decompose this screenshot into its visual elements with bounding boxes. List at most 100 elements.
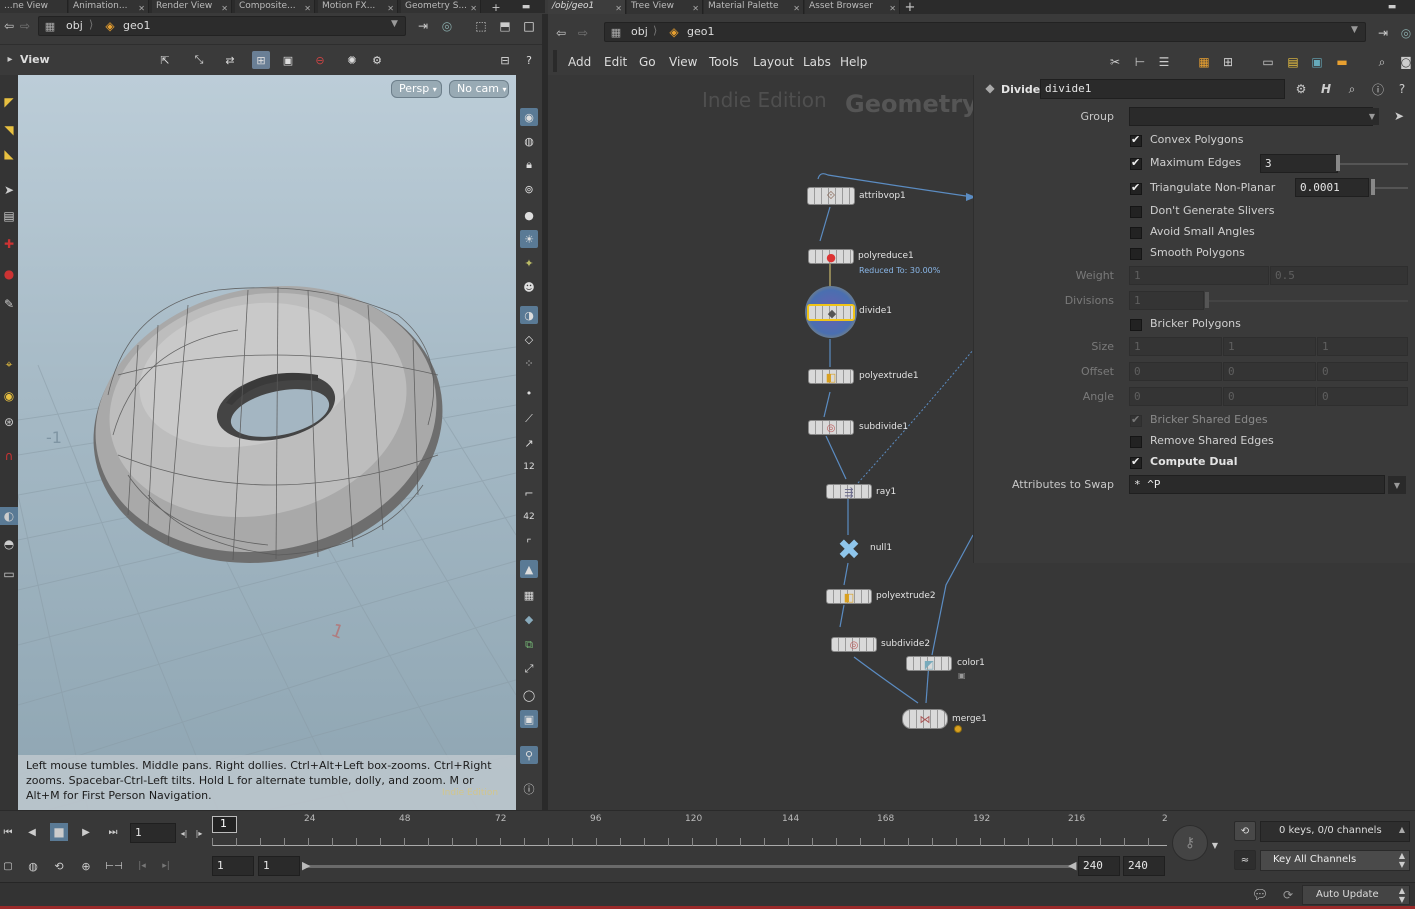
tab-asset-browser[interactable]: Asset Browser ✕ (805, 0, 900, 14)
maximize-icon[interactable]: ▬ (1386, 0, 1398, 14)
tab-material-palette[interactable]: Material Palette ✕ (704, 0, 804, 14)
divisions-slider[interactable] (1206, 300, 1408, 302)
keys-info[interactable]: 0 keys, 0/0 channels ▲ (1260, 821, 1410, 842)
convex-checkbox[interactable] (1130, 133, 1142, 147)
offset-field-z[interactable]: 0 (1317, 362, 1408, 381)
camera-dropdown[interactable]: No cam ▾ (449, 80, 509, 98)
light-icon[interactable]: ☀ (520, 230, 538, 248)
node-color1[interactable]: ◩ (906, 656, 952, 671)
back-arrow-icon[interactable]: ⇦ (554, 25, 568, 41)
range-start-field-2[interactable]: 1 (258, 856, 300, 876)
notes-icon[interactable]: ▭ (1259, 53, 1277, 71)
tab-scene-view[interactable]: ...ne View (0, 0, 68, 14)
offset-field-y[interactable]: 0 (1223, 362, 1316, 381)
path-crumb-geo[interactable]: geo1 (687, 25, 714, 38)
sticky-note-icon[interactable]: ▤ (1284, 53, 1302, 71)
angle-field-x[interactable]: 0 (1129, 387, 1222, 406)
handle-tool-icon[interactable]: ▤ (0, 207, 18, 225)
pin-location-icon[interactable]: ⚲ (520, 746, 538, 764)
triangulate-slider[interactable] (1372, 187, 1408, 189)
tree-icon[interactable]: ⊢ (1131, 53, 1149, 71)
normal-icon[interactable]: ↗ (520, 434, 538, 452)
sphere-icon[interactable]: ● (520, 206, 538, 224)
null-node-icon[interactable]: ✖ (832, 533, 866, 566)
offset-field-x[interactable]: 0 (1129, 362, 1222, 381)
menu-layout[interactable]: Layout (753, 55, 794, 69)
menu-edit[interactable]: Edit (604, 55, 627, 69)
slider-handle[interactable] (1205, 292, 1209, 308)
lock-icon[interactable]: 🔒︎ (520, 156, 538, 174)
edge-icon[interactable]: ⟋ (520, 410, 538, 428)
chevron-down-icon[interactable]: ▼ (1351, 25, 1358, 35)
search-icon[interactable]: ⌕ (1373, 53, 1391, 71)
range-slider[interactable] (302, 865, 1076, 868)
folder-icon[interactable]: ▬ (1333, 53, 1351, 71)
diamond-icon[interactable]: ◆ (520, 610, 538, 628)
transform-tool-icon[interactable]: ⤡ (190, 51, 208, 69)
render-tool-icon[interactable]: ◓ (0, 535, 18, 553)
gear-box-icon[interactable]: ⚙ (368, 51, 386, 69)
jump-end-icon[interactable]: ⏭ (102, 823, 124, 841)
tab-geometry-spreadsheet[interactable]: Geometry S... ✕ (401, 0, 481, 14)
target-icon[interactable]: ⊚ (520, 180, 538, 198)
move-tool-icon[interactable]: ◥ (0, 121, 18, 139)
avoid-small-checkbox[interactable] (1130, 227, 1142, 239)
help-icon[interactable]: ? (520, 51, 538, 69)
path-field[interactable]: ▦ obj ⟩ ◈ geo1 ▼ (38, 16, 406, 36)
background-icon[interactable]: ▲ (520, 560, 538, 578)
image-icon[interactable]: ▣ (1308, 53, 1326, 71)
link-icon[interactable]: ◎ (438, 18, 456, 34)
magnet-icon[interactable]: ∩ (0, 447, 18, 465)
circle-icon[interactable]: ◯ (520, 686, 538, 704)
max-edges-checkbox[interactable] (1130, 156, 1142, 170)
range-start-field[interactable]: 1 (212, 856, 254, 876)
points-icon[interactable]: ⁘ (520, 354, 538, 372)
menu-labs[interactable]: Labs (803, 55, 831, 69)
node-name-field[interactable]: divide1 (1040, 79, 1285, 99)
help-icon[interactable]: ? (1393, 80, 1411, 98)
close-icon[interactable]: ✕ (615, 2, 622, 14)
refresh-icon[interactable]: ⟳ (1278, 886, 1298, 904)
select-arrow-icon[interactable]: ➤ (1390, 107, 1408, 125)
bulb-icon[interactable]: ✦ (520, 254, 538, 272)
snapping-icon[interactable]: ⊛ (0, 413, 18, 431)
houdini-help-icon[interactable]: H (1317, 80, 1335, 98)
angle-field-y[interactable]: 0 (1223, 387, 1316, 406)
range-end-handle[interactable]: ◀ (1068, 859, 1076, 872)
loop-icon[interactable]: ⟲ (50, 857, 68, 875)
tab-composite[interactable]: Composite... ✕ (235, 0, 315, 14)
cube-icon[interactable]: ⬚ (472, 18, 490, 34)
persp-dropdown[interactable]: Persp ▾ (391, 80, 442, 98)
prev-key-icon[interactable]: ◂| (178, 824, 190, 842)
shading-icon[interactable]: ◑ (520, 306, 538, 324)
network-path-field[interactable]: ▦ obj ⟩ ◈ geo1 ▼ (604, 22, 1366, 42)
size-field-y[interactable]: 1 (1223, 337, 1316, 356)
chevron-down-icon[interactable]: ▼ (391, 19, 398, 29)
jump-start-icon[interactable]: ⏮ (0, 823, 16, 841)
chevron-down-icon[interactable]: ▼ (1365, 108, 1379, 125)
corner-icon[interactable]: ⌜ (520, 534, 538, 552)
uv-icon[interactable]: ⧉ (520, 636, 538, 654)
viewport[interactable]: -1 0 0 1 Persp ▾ No cam ▾ Left mouse tum… (18, 75, 516, 810)
table-icon[interactable]: ⊞ (1219, 53, 1237, 71)
info-icon[interactable]: ⓘ (1369, 80, 1387, 98)
range-start-icon[interactable]: |◂ (134, 857, 150, 875)
measure-tool-icon[interactable]: ⌖ (0, 355, 18, 373)
target-icon[interactable]: ⊕ (77, 857, 95, 875)
paint-tool-icon[interactable]: ✎ (0, 295, 18, 313)
triangulate-checkbox[interactable] (1130, 181, 1142, 195)
number-icon[interactable]: 12 (520, 458, 538, 476)
graph-icon[interactable]: ≈ (1234, 850, 1256, 870)
timeline-track[interactable]: 1 24 48 72 96 120 144 168 192 216 2 (212, 814, 1168, 846)
current-frame-marker[interactable]: 1 (212, 816, 237, 833)
max-edges-slider[interactable] (1340, 163, 1408, 165)
ghost-icon[interactable]: ◍ (520, 132, 538, 150)
tools-icon[interactable]: ✂ (1106, 53, 1124, 71)
snap-icon[interactable]: ⊞ (252, 51, 270, 69)
swap-icon[interactable]: ⇄ (221, 51, 239, 69)
range-icon[interactable]: ⊢⊣ (104, 857, 124, 875)
skull-icon[interactable]: ☻ (520, 278, 538, 296)
path-crumb-obj[interactable]: obj (631, 25, 648, 38)
slider-handle[interactable] (1336, 155, 1340, 171)
gear-icon[interactable]: ⚙ (1292, 80, 1310, 98)
